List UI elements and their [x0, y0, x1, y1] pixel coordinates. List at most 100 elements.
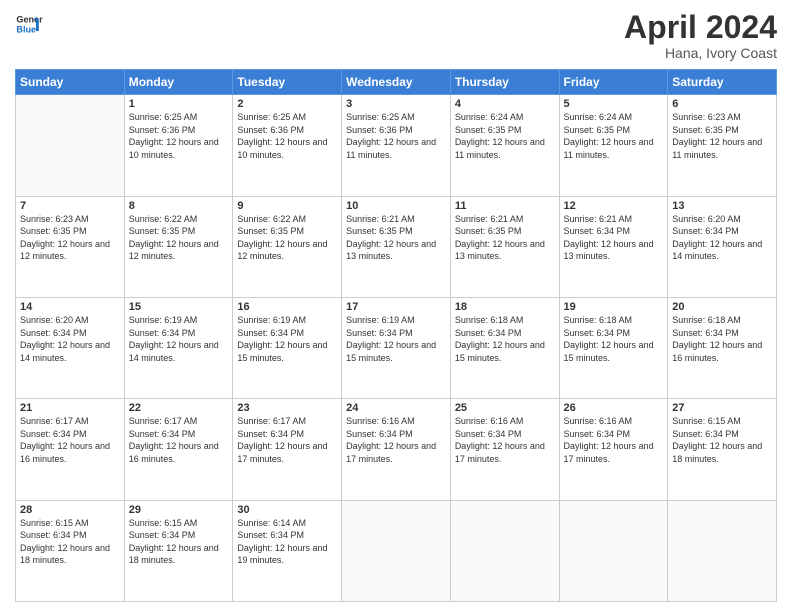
calendar-cell: 22Sunrise: 6:17 AMSunset: 6:34 PMDayligh… [124, 399, 233, 500]
day-number: 12 [564, 200, 664, 212]
calendar-cell: 20Sunrise: 6:18 AMSunset: 6:34 PMDayligh… [668, 297, 777, 398]
calendar-cell: 3Sunrise: 6:25 AMSunset: 6:36 PMDaylight… [342, 95, 451, 196]
day-info: Sunrise: 6:18 AMSunset: 6:34 PMDaylight:… [564, 314, 664, 364]
day-number: 4 [455, 98, 555, 110]
svg-text:Blue: Blue [16, 24, 36, 34]
calendar-cell: 10Sunrise: 6:21 AMSunset: 6:35 PMDayligh… [342, 196, 451, 297]
day-number: 7 [20, 200, 120, 212]
calendar-cell: 1Sunrise: 6:25 AMSunset: 6:36 PMDaylight… [124, 95, 233, 196]
day-info: Sunrise: 6:17 AMSunset: 6:34 PMDaylight:… [237, 415, 337, 465]
day-number: 23 [237, 402, 337, 414]
calendar-cell: 5Sunrise: 6:24 AMSunset: 6:35 PMDaylight… [559, 95, 668, 196]
day-number: 3 [346, 98, 446, 110]
calendar-cell: 27Sunrise: 6:15 AMSunset: 6:34 PMDayligh… [668, 399, 777, 500]
calendar-cell: 28Sunrise: 6:15 AMSunset: 6:34 PMDayligh… [16, 500, 125, 601]
calendar-cell: 21Sunrise: 6:17 AMSunset: 6:34 PMDayligh… [16, 399, 125, 500]
day-number: 27 [672, 402, 772, 414]
calendar-cell: 19Sunrise: 6:18 AMSunset: 6:34 PMDayligh… [559, 297, 668, 398]
calendar-cell: 26Sunrise: 6:16 AMSunset: 6:34 PMDayligh… [559, 399, 668, 500]
calendar-cell: 18Sunrise: 6:18 AMSunset: 6:34 PMDayligh… [450, 297, 559, 398]
day-number: 22 [129, 402, 229, 414]
svg-text:General: General [16, 15, 43, 25]
day-number: 21 [20, 402, 120, 414]
day-number: 30 [237, 504, 337, 516]
calendar-cell: 17Sunrise: 6:19 AMSunset: 6:34 PMDayligh… [342, 297, 451, 398]
day-info: Sunrise: 6:22 AMSunset: 6:35 PMDaylight:… [129, 213, 229, 263]
calendar-cell: 25Sunrise: 6:16 AMSunset: 6:34 PMDayligh… [450, 399, 559, 500]
day-number: 16 [237, 301, 337, 313]
calendar-cell: 4Sunrise: 6:24 AMSunset: 6:35 PMDaylight… [450, 95, 559, 196]
month-year: April 2024 [624, 10, 777, 45]
day-info: Sunrise: 6:17 AMSunset: 6:34 PMDaylight:… [20, 415, 120, 465]
calendar-cell: 6Sunrise: 6:23 AMSunset: 6:35 PMDaylight… [668, 95, 777, 196]
day-info: Sunrise: 6:25 AMSunset: 6:36 PMDaylight:… [346, 111, 446, 161]
day-number: 10 [346, 200, 446, 212]
day-info: Sunrise: 6:20 AMSunset: 6:34 PMDaylight:… [672, 213, 772, 263]
day-number: 19 [564, 301, 664, 313]
day-number: 13 [672, 200, 772, 212]
calendar-cell: 7Sunrise: 6:23 AMSunset: 6:35 PMDaylight… [16, 196, 125, 297]
col-header-thursday: Thursday [450, 70, 559, 95]
day-info: Sunrise: 6:23 AMSunset: 6:35 PMDaylight:… [672, 111, 772, 161]
day-info: Sunrise: 6:24 AMSunset: 6:35 PMDaylight:… [564, 111, 664, 161]
day-info: Sunrise: 6:23 AMSunset: 6:35 PMDaylight:… [20, 213, 120, 263]
calendar-cell: 23Sunrise: 6:17 AMSunset: 6:34 PMDayligh… [233, 399, 342, 500]
col-header-monday: Monday [124, 70, 233, 95]
day-info: Sunrise: 6:21 AMSunset: 6:34 PMDaylight:… [564, 213, 664, 263]
col-header-saturday: Saturday [668, 70, 777, 95]
calendar-cell: 16Sunrise: 6:19 AMSunset: 6:34 PMDayligh… [233, 297, 342, 398]
day-number: 25 [455, 402, 555, 414]
day-number: 14 [20, 301, 120, 313]
calendar-cell: 2Sunrise: 6:25 AMSunset: 6:36 PMDaylight… [233, 95, 342, 196]
calendar-cell [668, 500, 777, 601]
day-number: 5 [564, 98, 664, 110]
day-info: Sunrise: 6:15 AMSunset: 6:34 PMDaylight:… [129, 517, 229, 567]
day-number: 28 [20, 504, 120, 516]
calendar-cell [16, 95, 125, 196]
col-header-tuesday: Tuesday [233, 70, 342, 95]
calendar-cell: 15Sunrise: 6:19 AMSunset: 6:34 PMDayligh… [124, 297, 233, 398]
day-number: 20 [672, 301, 772, 313]
col-header-wednesday: Wednesday [342, 70, 451, 95]
page-header: General Blue April 2024 Hana, Ivory Coas… [15, 10, 777, 61]
day-info: Sunrise: 6:25 AMSunset: 6:36 PMDaylight:… [129, 111, 229, 161]
day-info: Sunrise: 6:21 AMSunset: 6:35 PMDaylight:… [346, 213, 446, 263]
day-number: 2 [237, 98, 337, 110]
day-number: 15 [129, 301, 229, 313]
calendar-cell: 14Sunrise: 6:20 AMSunset: 6:34 PMDayligh… [16, 297, 125, 398]
day-number: 11 [455, 200, 555, 212]
day-number: 26 [564, 402, 664, 414]
day-number: 29 [129, 504, 229, 516]
logo: General Blue [15, 10, 43, 38]
day-info: Sunrise: 6:24 AMSunset: 6:35 PMDaylight:… [455, 111, 555, 161]
calendar-cell: 8Sunrise: 6:22 AMSunset: 6:35 PMDaylight… [124, 196, 233, 297]
location: Hana, Ivory Coast [624, 45, 777, 61]
title-block: April 2024 Hana, Ivory Coast [624, 10, 777, 61]
calendar-cell: 24Sunrise: 6:16 AMSunset: 6:34 PMDayligh… [342, 399, 451, 500]
day-info: Sunrise: 6:19 AMSunset: 6:34 PMDaylight:… [346, 314, 446, 364]
day-info: Sunrise: 6:14 AMSunset: 6:34 PMDaylight:… [237, 517, 337, 567]
day-info: Sunrise: 6:17 AMSunset: 6:34 PMDaylight:… [129, 415, 229, 465]
calendar-cell [450, 500, 559, 601]
day-number: 6 [672, 98, 772, 110]
day-info: Sunrise: 6:18 AMSunset: 6:34 PMDaylight:… [672, 314, 772, 364]
day-info: Sunrise: 6:20 AMSunset: 6:34 PMDaylight:… [20, 314, 120, 364]
day-number: 8 [129, 200, 229, 212]
calendar-table: SundayMondayTuesdayWednesdayThursdayFrid… [15, 69, 777, 602]
day-info: Sunrise: 6:18 AMSunset: 6:34 PMDaylight:… [455, 314, 555, 364]
day-info: Sunrise: 6:16 AMSunset: 6:34 PMDaylight:… [564, 415, 664, 465]
calendar-cell [559, 500, 668, 601]
calendar-cell: 11Sunrise: 6:21 AMSunset: 6:35 PMDayligh… [450, 196, 559, 297]
day-number: 24 [346, 402, 446, 414]
col-header-sunday: Sunday [16, 70, 125, 95]
calendar-cell [342, 500, 451, 601]
calendar-cell: 9Sunrise: 6:22 AMSunset: 6:35 PMDaylight… [233, 196, 342, 297]
calendar-cell: 12Sunrise: 6:21 AMSunset: 6:34 PMDayligh… [559, 196, 668, 297]
day-info: Sunrise: 6:15 AMSunset: 6:34 PMDaylight:… [20, 517, 120, 567]
day-info: Sunrise: 6:19 AMSunset: 6:34 PMDaylight:… [237, 314, 337, 364]
day-info: Sunrise: 6:21 AMSunset: 6:35 PMDaylight:… [455, 213, 555, 263]
col-header-friday: Friday [559, 70, 668, 95]
calendar-cell: 30Sunrise: 6:14 AMSunset: 6:34 PMDayligh… [233, 500, 342, 601]
day-info: Sunrise: 6:16 AMSunset: 6:34 PMDaylight:… [346, 415, 446, 465]
day-number: 9 [237, 200, 337, 212]
